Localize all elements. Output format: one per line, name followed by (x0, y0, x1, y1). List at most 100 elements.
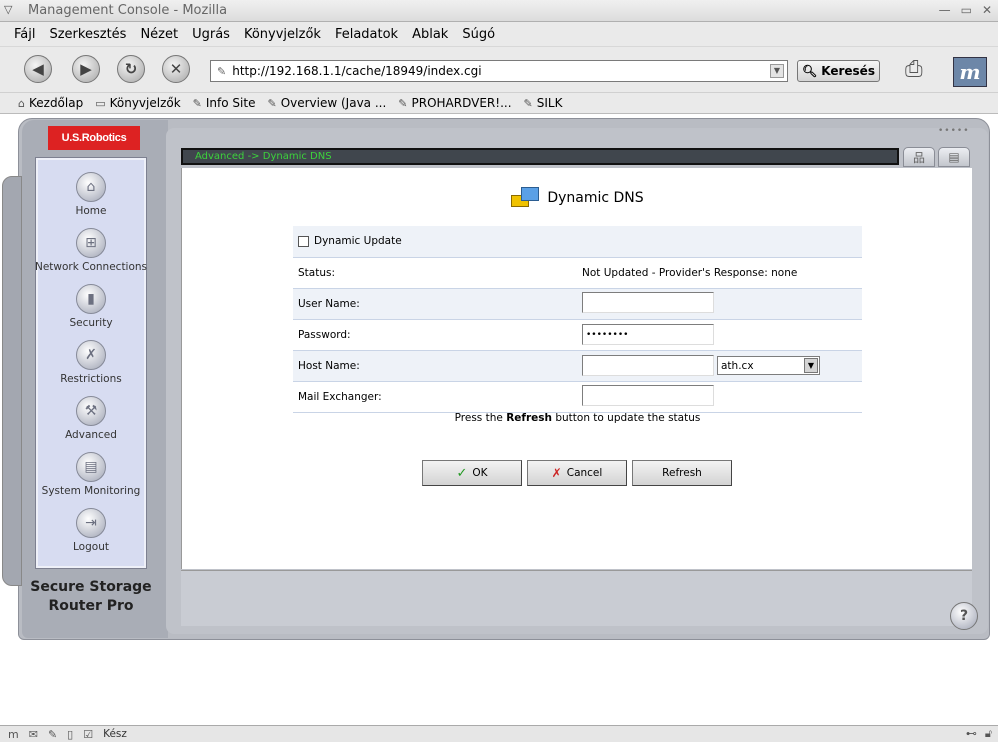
bookmark-icon: ✎ (523, 96, 533, 110)
menu-go[interactable]: Ugrás (192, 27, 230, 42)
router-sidebar: ⌂ Home ⊞ Network Connections ▮ Security … (35, 157, 147, 569)
mail-exchanger-label: Mail Exchanger: (293, 381, 577, 413)
sidebar-item-security[interactable]: ▮ Security (38, 284, 144, 329)
hostname-field[interactable] (582, 355, 714, 376)
usrobotics-logo: U.S.Robotics (48, 126, 140, 150)
tools-icon: ⚒ (76, 396, 106, 426)
home-icon: ⌂ (18, 96, 25, 110)
minimize-icon[interactable]: — (939, 3, 951, 17)
sidebar-item-network-connections[interactable]: ⊞ Network Connections (35, 228, 147, 273)
bookmark-silk[interactable]: ✎ SILK (524, 96, 563, 110)
status-bar: m ✉ ✎ ▯ ☑ Kész ⊷ 🔓︎ (0, 725, 998, 742)
username-field[interactable] (582, 291, 714, 313)
menu-file[interactable]: Fájl (14, 27, 35, 42)
status-label: Status: (293, 257, 577, 289)
cancel-button[interactable]: ✗ Cancel (527, 460, 627, 486)
sidebar-item-logout[interactable]: ⇥ Logout (38, 508, 144, 553)
forward-button[interactable]: ▶ (72, 55, 100, 83)
chat-icon[interactable]: ☑ (83, 728, 93, 741)
composer-icon[interactable]: ✎ (48, 728, 57, 741)
mail-icon[interactable]: ✉ (29, 728, 38, 741)
menu-help[interactable]: Súgó (462, 27, 495, 42)
help-button[interactable]: ? (950, 602, 978, 630)
product-name: Secure Storage Router Pro (30, 579, 152, 614)
sidebar-item-system-monitoring[interactable]: ▤ System Monitoring (38, 452, 144, 497)
status-text: Kész (103, 728, 127, 740)
table-row: Password: •••••••• (293, 319, 862, 351)
table-row: Mail Exchanger: (293, 381, 862, 413)
security-lock-icon: 🔓︎ (984, 727, 992, 740)
password-label: Password: (293, 319, 577, 351)
refresh-button[interactable]: Refresh (632, 460, 732, 486)
menu-bookmarks[interactable]: Könyvjelzők (244, 27, 321, 42)
back-button[interactable]: ◀ (24, 55, 52, 83)
addressbook-icon[interactable]: ▯ (67, 728, 73, 741)
frame-left-handle (2, 176, 22, 586)
sidebar-item-home[interactable]: ⌂ Home (38, 172, 144, 217)
stop-button[interactable]: ✕ (162, 55, 190, 83)
home-icon: ⌂ (76, 172, 106, 202)
logout-icon: ⇥ (76, 508, 106, 538)
window-titlebar: ▽ Management Console - Mozilla — ▭ ✕ (0, 0, 998, 22)
forward-arrow-icon: ▶ (80, 60, 92, 78)
bookmark-overview[interactable]: ✎ Overview (Java ... (267, 96, 386, 110)
table-row: Status: Not Updated - Provider's Respons… (293, 257, 862, 289)
table-row: User Name: (293, 288, 862, 320)
search-button[interactable]: 🔍︎ Keresés (797, 60, 880, 82)
table-row: Host Name: ath.cx ▼ (293, 350, 862, 382)
checkmark-icon: ✓ (456, 465, 468, 481)
dynamic-dns-form: Dynamic Update Status: Not Updated - Pro… (293, 226, 862, 413)
menu-tasks[interactable]: Feladatok (335, 27, 398, 42)
reload-button[interactable]: ↻ (117, 55, 145, 83)
main-content: Dynamic DNS Dynamic Update Status: Not U… (181, 168, 972, 569)
lock-icon: ▮ (76, 284, 106, 314)
bookmarks-toolbar: ⌂ Kezdőlap ▭ Könyvjelzők ✎ Info Site ✎ Overv… (0, 92, 998, 114)
url-input[interactable]: ✎ http://192.168.1.1/cache/18949/index.c… (210, 60, 788, 82)
dynamic-update-checkbox[interactable] (298, 235, 309, 247)
sitemap-tab[interactable]: 品 (903, 147, 935, 167)
page-icon: ✎ (217, 64, 227, 78)
mail-exchanger-field[interactable] (582, 384, 714, 406)
dynamic-update-label: Dynamic Update (314, 235, 402, 248)
breadcrumb-bar: Advanced -> Dynamic DNS (181, 148, 899, 165)
restrictions-icon: ✗ (76, 340, 106, 370)
bookmark-info-site[interactable]: ✎ Info Site (193, 96, 256, 110)
breadcrumb: Advanced -> Dynamic DNS (195, 151, 332, 162)
menu-edit[interactable]: Szerkesztés (49, 27, 126, 42)
mozilla-logo: m (953, 57, 987, 87)
stop-icon: ✕ (169, 60, 183, 78)
bookmark-icon: ✎ (267, 96, 277, 110)
page-heading: Dynamic DNS (182, 187, 973, 209)
menu-window[interactable]: Ablak (412, 27, 448, 42)
sidebar-item-advanced[interactable]: ⚒ Advanced (38, 396, 144, 441)
bookmark-prohardver[interactable]: ✎ PROHARDVER!... (398, 96, 511, 110)
domain-select[interactable]: ath.cx ▼ (717, 356, 820, 375)
cross-icon: ✗ (551, 466, 562, 480)
status-value: Not Updated - Provider's Response: none (577, 257, 862, 289)
maximize-icon[interactable]: ▭ (961, 3, 972, 17)
bookmark-icon: ✎ (192, 96, 202, 110)
chevron-down-icon: ▼ (804, 358, 818, 373)
notes-icon: ▤ (948, 150, 960, 164)
search-icon: 🔍︎ (802, 64, 818, 78)
menu-view[interactable]: Nézet (140, 27, 178, 42)
menu-bar: Fájl Szerkesztés Nézet Ugrás Könyvjelzők… (0, 22, 998, 46)
bookmark-home[interactable]: ⌂ Kezdőlap (18, 96, 83, 110)
password-field[interactable]: •••••••• (582, 324, 714, 345)
print-icon[interactable]: ⎙ (905, 57, 943, 85)
username-label: User Name: (293, 288, 577, 320)
url-dropdown-icon[interactable]: ▼ (770, 64, 784, 78)
connection-icon: ⊷ (965, 727, 977, 740)
window-menu-icon[interactable]: ▽ (4, 3, 12, 16)
sidebar-item-restrictions[interactable]: ✗ Restrictions (38, 340, 144, 385)
sitemap-icon: 品 (912, 150, 925, 165)
close-icon[interactable]: ✕ (982, 3, 992, 17)
hostname-label: Host Name: (293, 350, 577, 382)
folder-icon: ▭ (95, 96, 106, 110)
table-row: Dynamic Update (293, 226, 862, 258)
bookmark-folder[interactable]: ▭ Könyvjelzők (95, 96, 180, 110)
monitor-icon: ▤ (76, 452, 106, 482)
notes-tab[interactable]: ▤ (938, 147, 970, 167)
ok-button[interactable]: ✓ OK (422, 460, 522, 486)
navigator-icon[interactable]: m (8, 728, 19, 741)
